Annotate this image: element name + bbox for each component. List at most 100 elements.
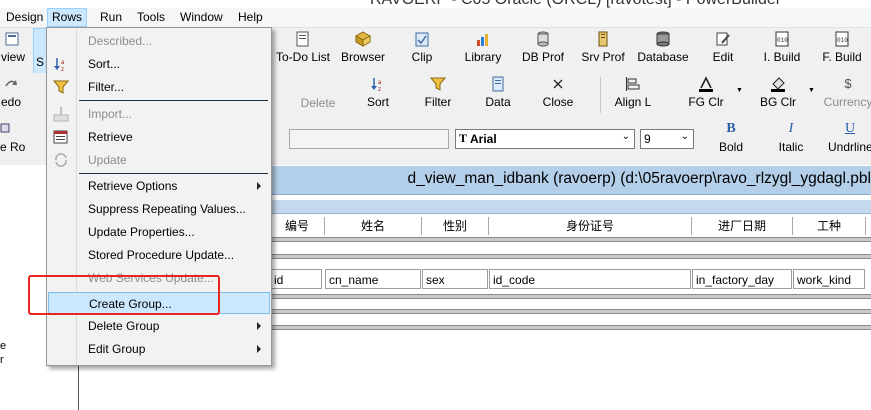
data-icon [492, 76, 504, 92]
close-button[interactable]: Close [540, 76, 576, 109]
align-left-button[interactable]: Align L [610, 76, 656, 109]
left-panel-text-1: e [0, 340, 7, 352]
menu-item-update[interactable]: Update [55, 149, 269, 171]
rows-item-button[interactable]: e Ro [0, 121, 30, 154]
menu-item-suppress-repeating[interactable]: Suppress Repeating Values... [77, 198, 269, 220]
menu-design[interactable]: Design [2, 9, 47, 26]
todo-list-label: To-Do List [276, 50, 331, 64]
data-button[interactable]: Data [482, 76, 514, 109]
menu-item-sort[interactable]: az Sort... [54, 53, 269, 75]
menu-item-delete-group[interactable]: Delete Group [77, 315, 269, 337]
database-button[interactable]: Database [637, 31, 689, 64]
browser-button[interactable]: Browser [340, 31, 386, 64]
menu-item-retrieve-options[interactable]: Retrieve Options [77, 175, 269, 197]
header-sex[interactable]: 性别 [422, 217, 489, 235]
column-cn-name[interactable]: cn_name [325, 269, 421, 289]
italic-button[interactable]: I Italic [774, 121, 808, 154]
clip-button[interactable]: Clip [405, 31, 439, 64]
footer-band-divider [270, 309, 871, 314]
header-name[interactable]: 姓名 [325, 217, 422, 235]
clip-icon [415, 32, 429, 47]
column-id-code[interactable]: id_code [489, 269, 691, 289]
underline-button[interactable]: U Undrline [828, 121, 871, 154]
toolbar-item-s[interactable]: S [33, 28, 47, 74]
menu-item-retrieve[interactable]: Retrieve [53, 126, 269, 148]
underline-label: Undrline [828, 140, 871, 154]
browser-icon [355, 31, 371, 47]
filter-button[interactable]: Filter [418, 76, 458, 109]
close-icon [553, 79, 563, 89]
menu-item-edit-group[interactable]: Edit Group [77, 338, 269, 360]
menu-item-import[interactable]: Import... [53, 103, 269, 125]
font-size-chevron-icon: ⌄ [680, 131, 689, 142]
window-title: RAVOERP - C05 Oracle (ORCL) [ravotest] -… [370, 0, 781, 8]
incremental-build-button[interactable]: 010 I. Build [762, 31, 802, 64]
edit-label: Edit [712, 50, 734, 64]
fg-color-button[interactable]: FG Clr [686, 76, 726, 109]
row-icon [0, 123, 10, 133]
header-id-code[interactable]: 身份证号 [489, 217, 692, 235]
srv-prof-label: Srv Prof [581, 50, 625, 64]
menu-item-filter[interactable]: Filter... [53, 76, 269, 98]
full-build-button[interactable]: 010 F. Build [820, 31, 864, 64]
style-name-field[interactable] [289, 129, 449, 149]
font-size-dropdown[interactable]: 9 ⌄ [640, 129, 694, 149]
delete-button[interactable]: Delete [298, 77, 338, 110]
sort-icon: az [371, 78, 382, 92]
sort-icon: az [54, 58, 65, 72]
menu-item-stored-procedure-update[interactable]: Stored Procedure Update... [77, 244, 269, 266]
bg-color-label: BG Clr [760, 95, 796, 109]
menu-help[interactable]: Help [234, 9, 267, 26]
currency-button[interactable]: $ Currency [822, 76, 871, 109]
svg-text:a: a [61, 60, 65, 66]
detail-band-divider [270, 254, 871, 259]
filter-label: Filter [424, 95, 452, 109]
bold-button[interactable]: B Bold [712, 121, 750, 154]
font-name-dropdown[interactable]: T Arial ⌄ [455, 129, 635, 149]
menu-rows[interactable]: Rows [47, 8, 88, 27]
retrieve-icon [53, 130, 68, 144]
server-profile-icon [598, 31, 608, 47]
bg-color-dropdown-icon[interactable]: ▼ [808, 87, 815, 94]
header-band-divider [270, 237, 871, 242]
column-in-factory-day[interactable]: in_factory_day [692, 269, 792, 289]
menu-item-filter-label: Filter... [88, 80, 125, 94]
currency-icon: $ [844, 76, 852, 91]
database-icon [656, 31, 670, 47]
todo-list-button[interactable]: To-Do List [276, 31, 330, 64]
full-build-icon: 010 [835, 31, 849, 47]
close-label: Close [542, 95, 574, 109]
sort-label: Sort [366, 95, 389, 109]
bg-color-button[interactable]: BG Clr [758, 76, 798, 109]
column-sex[interactable]: sex [422, 269, 488, 289]
redo-button[interactable]: edo [0, 76, 22, 109]
header-work-kind[interactable]: 工种 [793, 217, 866, 235]
column-id[interactable]: id [270, 269, 322, 289]
library-button[interactable]: Library [462, 31, 504, 64]
datawindow-title: d_view_man_idbank (ravoerp) (d:\05ravoer… [407, 170, 871, 187]
bold-label: Bold [718, 140, 744, 154]
column-work-kind[interactable]: work_kind [793, 269, 865, 289]
db-prof-button[interactable]: DB Prof [520, 31, 566, 64]
srv-prof-button[interactable]: Srv Prof [580, 31, 626, 64]
font-size-value: 9 [644, 132, 651, 146]
fg-color-dropdown-icon[interactable]: ▼ [736, 87, 743, 94]
menu-item-described[interactable]: Described... [77, 30, 269, 52]
edit-button[interactable]: Edit [708, 31, 738, 64]
summary-band-divider [270, 294, 871, 299]
header-id[interactable]: 编号 [270, 217, 325, 235]
menu-item-update-properties[interactable]: Update Properties... [77, 221, 269, 243]
menu-tools[interactable]: Tools [133, 9, 169, 26]
preview-button[interactable]: view [0, 31, 26, 64]
svg-text:z: z [61, 67, 64, 72]
menu-item-sort-label: Sort... [88, 57, 121, 71]
align-left-icon [626, 77, 640, 91]
header-factory-day[interactable]: 进厂日期 [692, 217, 793, 235]
sort-button[interactable]: az Sort [360, 76, 396, 109]
menu-item-delete-group-label: Delete Group [88, 319, 160, 333]
menu-run[interactable]: Run [96, 9, 126, 26]
title-bar: RAVOERP - C05 Oracle (ORCL) [ravotest] -… [0, 0, 871, 8]
todo-list-icon [296, 31, 309, 47]
submenu-arrow-icon [257, 182, 261, 190]
menu-window[interactable]: Window [176, 9, 227, 26]
